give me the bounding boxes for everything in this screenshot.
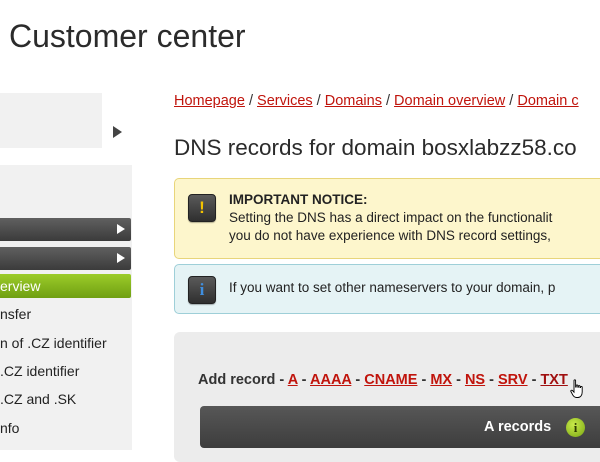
sidebar-top-panel — [0, 93, 102, 148]
chevron-right-icon — [117, 253, 125, 263]
breadcrumb: Homepage / Services / Domains / Domain o… — [174, 93, 579, 109]
add-record-aaaa-link[interactable]: AAAA — [310, 372, 351, 388]
sidebar-item-transfer[interactable]: nsfer — [0, 306, 31, 322]
sidebar-collapsed-section-1[interactable] — [0, 218, 131, 241]
breadcrumb-domain-current[interactable]: Domain c — [517, 93, 578, 109]
add-record-a-link[interactable]: A — [288, 372, 298, 388]
info-notice: i If you want to set other nameservers t… — [174, 264, 600, 314]
sidebar-expand-arrow-icon[interactable] — [113, 126, 122, 138]
sidebar-item-info[interactable]: nfo — [0, 420, 19, 436]
info-notice-text: If you want to set other nameservers to … — [229, 280, 556, 295]
a-records-info-icon[interactable]: i — [566, 418, 585, 437]
breadcrumb-services[interactable]: Services — [257, 93, 313, 109]
breadcrumb-homepage[interactable]: Homepage — [174, 93, 245, 109]
add-record-cname-link[interactable]: CNAME — [364, 372, 417, 388]
notice-heading: IMPORTANT NOTICE: — [229, 192, 368, 207]
sidebar-item-cz-identifier[interactable]: .CZ identifier — [0, 363, 79, 379]
a-records-title: A records — [484, 419, 552, 435]
notice-text-line-1: Setting the DNS has a direct impact on t… — [229, 210, 553, 225]
add-record-bar: Add record - A - AAAA - CNAME - MX - NS … — [198, 372, 568, 388]
add-record-txt-link[interactable]: TXT — [540, 372, 567, 388]
important-notice: ! IMPORTANT NOTICE: Setting the DNS has … — [174, 178, 600, 259]
add-record-ns-link[interactable]: NS — [465, 372, 485, 388]
a-records-header: A records i — [200, 406, 600, 448]
page-header-title: Customer center — [9, 18, 246, 54]
hand-cursor-icon — [570, 379, 583, 398]
add-record-mx-link[interactable]: MX — [430, 372, 452, 388]
chevron-right-icon — [117, 224, 125, 234]
add-record-label: Add record — [198, 372, 276, 388]
breadcrumb-domain-overview[interactable]: Domain overview — [394, 93, 505, 109]
sidebar-item-cz-sk[interactable]: .CZ and .SK — [0, 391, 76, 407]
page-title: DNS records for domain bosxlabzz58.co — [174, 135, 577, 160]
notice-text-line-2: you do not have experience with DNS reco… — [229, 228, 551, 243]
sidebar-item-domain-overview[interactable]: erview — [0, 274, 131, 298]
breadcrumb-domains[interactable]: Domains — [325, 93, 382, 109]
sidebar-item-cz-identifier-change[interactable]: n of .CZ identifier — [0, 335, 107, 351]
sidebar-collapsed-section-2[interactable] — [0, 247, 131, 270]
info-icon: i — [188, 276, 216, 304]
warning-icon: ! — [188, 194, 216, 222]
add-record-srv-link[interactable]: SRV — [498, 372, 528, 388]
